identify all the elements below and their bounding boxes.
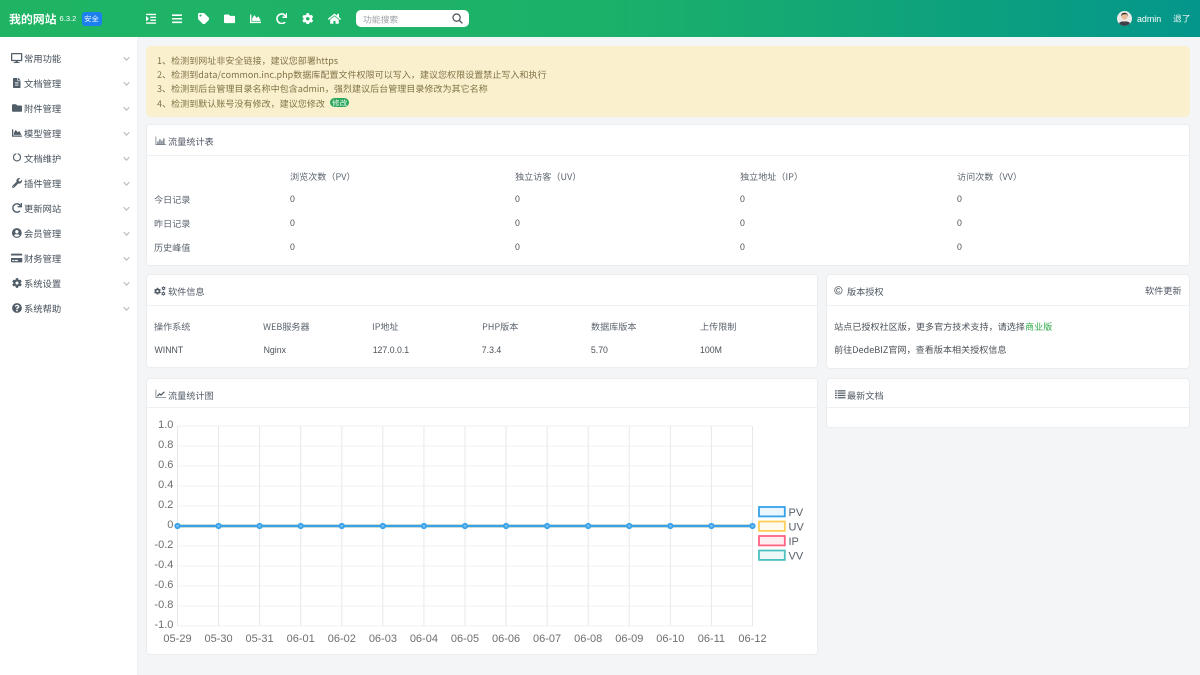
svg-text:PV: PV (789, 507, 804, 519)
svg-text:IP: IP (789, 536, 799, 548)
svg-text:VV: VV (789, 550, 804, 562)
svg-text:UV: UV (789, 521, 805, 533)
